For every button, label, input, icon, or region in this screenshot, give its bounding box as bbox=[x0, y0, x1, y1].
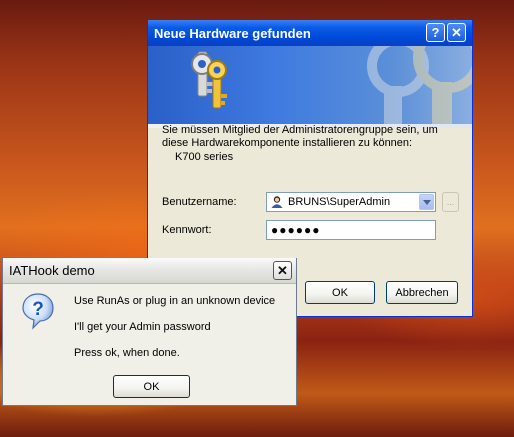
chevron-down-icon[interactable] bbox=[419, 194, 434, 210]
ok-button[interactable]: OK bbox=[305, 281, 375, 304]
hardware-dialog-titlebar[interactable]: Neue Hardware gefunden bbox=[148, 20, 472, 46]
browse-button[interactable]: ... bbox=[442, 192, 459, 212]
svg-text:?: ? bbox=[32, 299, 44, 320]
message-line-1: Use RunAs or plug in an unknown device bbox=[74, 295, 276, 307]
keys-icon bbox=[191, 46, 472, 128]
close-button[interactable]: ✕ bbox=[447, 23, 466, 42]
message-line-2: I'll get your Admin password bbox=[74, 321, 211, 333]
close-button[interactable]: ✕ bbox=[273, 261, 292, 280]
username-combobox[interactable]: BRUNS\SuperAdmin bbox=[266, 192, 436, 212]
iathook-title: IATHook demo bbox=[9, 263, 95, 278]
username-value: BRUNS\SuperAdmin bbox=[288, 196, 391, 208]
header-banner bbox=[148, 46, 472, 128]
username-label: Benutzername: bbox=[162, 196, 237, 208]
iathook-titlebar[interactable]: IATHook demo bbox=[3, 258, 296, 284]
device-name: K700 series bbox=[175, 151, 234, 163]
help-button[interactable]: ? bbox=[426, 23, 445, 42]
message-line-3: Press ok, when done. bbox=[74, 347, 180, 359]
cancel-button[interactable]: Abbrechen bbox=[386, 281, 458, 304]
password-field[interactable]: ●●●●●● bbox=[266, 220, 436, 240]
password-label: Kennwort: bbox=[162, 224, 212, 236]
question-icon: ? bbox=[22, 293, 54, 330]
user-icon bbox=[271, 196, 283, 208]
hardware-dialog-title: Neue Hardware gefunden bbox=[154, 25, 311, 41]
hardware-message: Sie müssen Mitglied der Administratoreng… bbox=[162, 124, 438, 149]
ok-button[interactable]: OK bbox=[113, 375, 190, 398]
iathook-dialog: IATHook demo ✕ ? Use RunAs or plug in an… bbox=[2, 258, 297, 406]
